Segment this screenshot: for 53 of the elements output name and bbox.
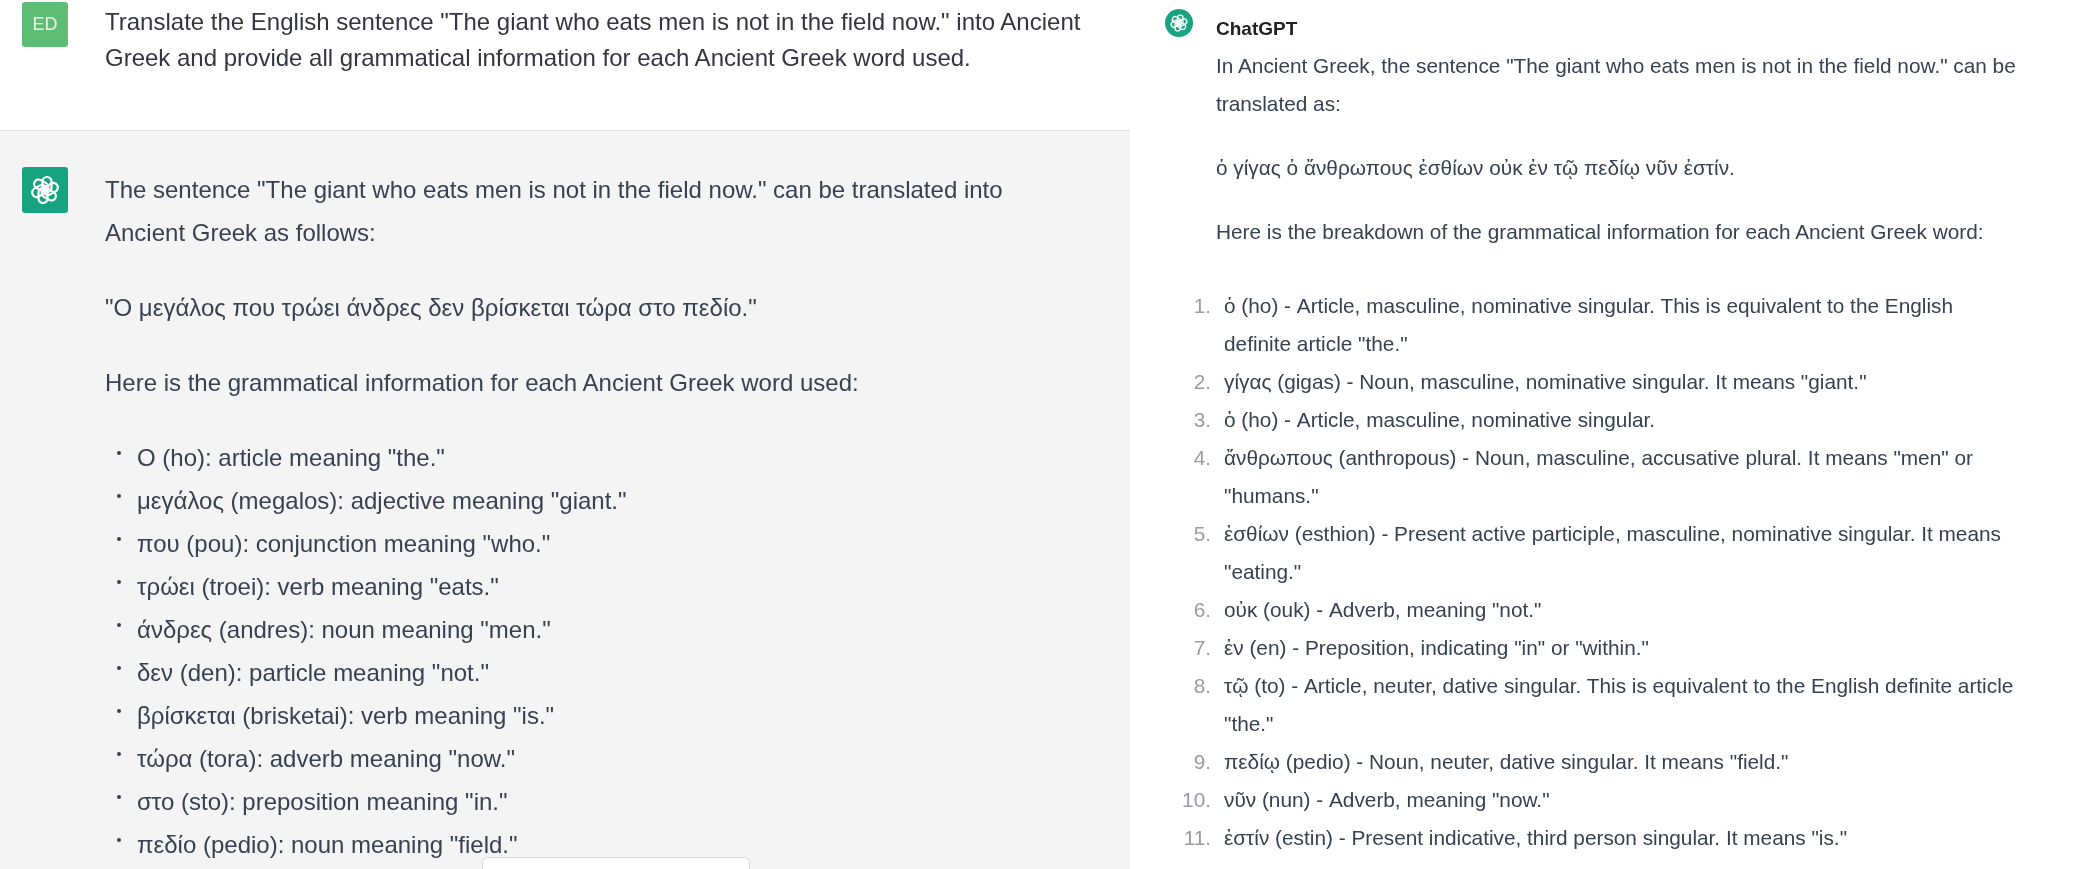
message-text: The sentence "The giant who eats men is not in the field now." can be translated into Ancient Greek as follows: xyxy=(105,175,1004,248)
list-item-text: νῦν (nun) - Adverb, meaning "now." xyxy=(1224,787,1550,813)
list-number: 11. xyxy=(1182,825,1211,851)
bullet-icon xyxy=(117,838,121,842)
list-item-text: ὁ (ho) - Article, masculine, nominative singular. This is equivalent to the English definite article "the." xyxy=(1224,293,1955,357)
list-item-text: ὁ (ho) - Article, masculine, nominative singular. xyxy=(1224,407,1656,433)
list-item-text: ἐσθίων (esthion) - Present active participle, masculine, nominative singular. It means "eating." xyxy=(1224,521,2002,585)
list-item-text: τρώει (troei): verb meaning "eats." xyxy=(137,572,499,602)
message-text: Translate the English sentence "The giant who eats men is not in the field now." into Ancient Greek and provide all grammatical information for each Ancient Greek word used. xyxy=(105,7,1082,73)
knot-avatar-icon xyxy=(22,167,68,213)
list-number: 7. xyxy=(1192,635,1211,661)
list-item-text: που (pou): conjunction meaning "who." xyxy=(137,529,551,559)
list-item-text: στο (sto): preposition meaning "in." xyxy=(137,787,508,817)
list-number: 4. xyxy=(1192,445,1211,471)
list-item-text: γίγας (gigas) - Noun, masculine, nominative singular. It means "giant." xyxy=(1224,369,1867,395)
bullet-icon xyxy=(117,752,121,756)
message-text: ὁ γίγας ὁ ἄνθρωπους ἐσθίων οὐκ ἐν τῷ πεδίῳ νῦν ἐστίν. xyxy=(1216,155,1736,181)
list-item-text: δεν (den): particle meaning "not." xyxy=(137,658,489,688)
list-item-text: οὐκ (ouk) - Adverb, meaning "not." xyxy=(1224,597,1542,623)
message-text: Here is the breakdown of the grammatical information for each Ancient Greek word: xyxy=(1216,219,1985,245)
bullet-icon xyxy=(117,580,121,584)
user-avatar: ED xyxy=(22,2,68,47)
bullet-icon xyxy=(117,537,121,541)
message-text: Here is the grammatical information for each Ancient Greek word used: xyxy=(105,368,860,398)
list-number: 1. xyxy=(1192,293,1211,319)
author-name: ChatGPT xyxy=(1216,17,1298,41)
bullet-icon xyxy=(117,666,121,670)
bullet-icon xyxy=(117,709,121,713)
list-item-text: άνδρες (andres): noun meaning "men." xyxy=(137,615,551,645)
list-number: 2. xyxy=(1192,369,1211,395)
list-number: 6. xyxy=(1192,597,1211,623)
list-item-text: βρίσκεται (brisketai): verb meaning "is." xyxy=(137,701,555,731)
list-item-text: ἐστίν (estin) - Present indicative, third person singular. It means "is." xyxy=(1224,825,1848,851)
list-item-text: ἄνθρωπους (anthropous) - Noun, masculine, accusative plural. It means "men" or "humans." xyxy=(1224,445,1974,509)
list-item-text: μεγάλος (megalos): adjective meaning "giant." xyxy=(137,486,627,516)
list-number: 3. xyxy=(1192,407,1211,433)
bullet-icon xyxy=(117,623,121,627)
message-text: In Ancient Greek, the sentence "The giant who eats men is not in the field now." can be translated as: xyxy=(1216,53,2017,117)
list-item-text: τώρα (tora): adverb meaning "now." xyxy=(137,744,515,774)
list-item-text: πεδίῳ (pedio) - Noun, neuter, dative singular. It means "field." xyxy=(1224,749,1789,775)
bullet-icon xyxy=(117,451,121,455)
list-number: 8. xyxy=(1192,673,1211,699)
list-item-text: τῷ (to) - Article, neuter, dative singular. This is equivalent to the English definite article "the." xyxy=(1224,673,2015,737)
list-item-text: ἐν (en) - Preposition, indicating "in" or "within." xyxy=(1224,635,1649,661)
bullet-icon xyxy=(117,494,121,498)
list-number: 5. xyxy=(1192,521,1211,547)
bullet-icon xyxy=(117,795,121,799)
list-number: 10. xyxy=(1181,787,1211,813)
list-item-text: Ο (ho): article meaning "the." xyxy=(137,443,445,473)
message-text: "Ο μεγάλος που τρώει άνδρες δεν βρίσκεται τώρα στο πεδίο." xyxy=(105,293,758,323)
list-number: 9. xyxy=(1192,749,1211,775)
list-item-text: πεδίο (pedio): noun meaning "field." xyxy=(137,830,518,860)
knot-avatar-icon xyxy=(1165,9,1193,37)
